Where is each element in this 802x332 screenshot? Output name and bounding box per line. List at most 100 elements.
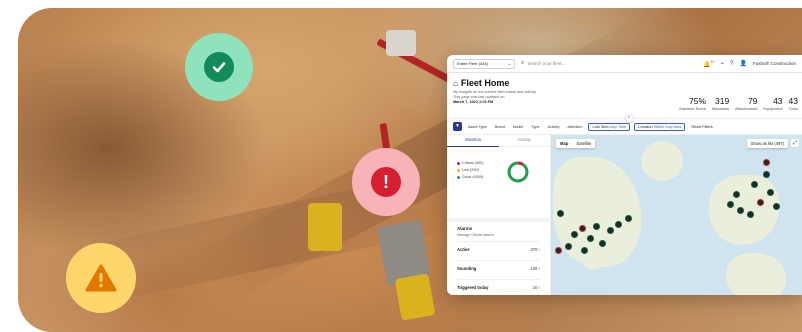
attention-donut-chart	[507, 161, 529, 183]
stat-label: Tools	[788, 106, 798, 111]
filter-icon[interactable]: ▼	[453, 122, 462, 131]
legend-item: Critical (400)	[457, 160, 484, 167]
map-pin[interactable]	[607, 227, 614, 234]
collapse-header-button[interactable]: ⌃	[624, 114, 634, 123]
insights-column: Attention Activity Critical (400) Low (2…	[447, 135, 551, 295]
status-error-badge: !	[352, 148, 420, 216]
stat-label: Attachments	[735, 106, 758, 111]
legend-item: Good (4000)	[457, 174, 484, 181]
map-pin[interactable]	[557, 210, 564, 217]
status-ok-badge	[185, 33, 253, 101]
map-pin[interactable]	[737, 207, 744, 214]
map-pin[interactable]	[571, 231, 578, 238]
stat-attachments: 79 Attachments	[735, 96, 757, 111]
filter-bar: ▼ Asset Type Brand Model Type Activity A…	[447, 119, 802, 135]
notifications-icon[interactable]: 🔔9+	[703, 60, 714, 68]
map-pin[interactable]	[727, 201, 734, 208]
filter-location[interactable]: Location Within map area	[634, 122, 686, 131]
stat-machine-score: 75% Machine Score	[679, 96, 706, 111]
top-right-tools: 🔔9+ ⌁ ? 👤 Foxburh Construction	[703, 60, 796, 68]
filter-last-seen[interactable]: Last Seen Any Time	[588, 122, 631, 131]
fleet-select[interactable]: Entire Fleet (344) ⌄	[453, 58, 515, 69]
filter-brand[interactable]: Brand	[493, 124, 507, 130]
tab-map[interactable]: Map	[556, 139, 572, 148]
legend-dot	[457, 161, 460, 165]
map-pin[interactable]	[733, 191, 740, 198]
filter-asset-type[interactable]: Asset Type	[466, 124, 489, 130]
map-pin[interactable]	[615, 221, 622, 228]
insight-tabs: Attention Activity	[447, 135, 550, 147]
map-pin[interactable]	[757, 199, 764, 206]
map-pin[interactable]	[599, 240, 606, 247]
alarm-count: 270 ›	[530, 247, 540, 252]
fullscreen-icon[interactable]: ⤢	[791, 139, 799, 147]
alarm-count-value: 270	[530, 247, 538, 252]
stat-value: 43	[773, 96, 783, 106]
map-pin[interactable]	[625, 215, 632, 222]
stat-label: Machine Score	[679, 106, 707, 111]
filter-location-label: Location	[638, 124, 653, 129]
map-pin[interactable]	[773, 203, 780, 210]
dump-truck-cab	[394, 273, 436, 321]
map-landmass	[709, 175, 779, 245]
filter-activity[interactable]: Activity	[545, 124, 561, 130]
bulldozer	[308, 203, 342, 251]
chevron-down-icon: ⌄	[507, 61, 511, 66]
exclamation-icon: !	[371, 167, 401, 197]
tab-activity[interactable]: Activity	[499, 135, 551, 147]
legend-dot	[457, 168, 460, 172]
alarm-count-value: 136	[530, 266, 538, 271]
user-name[interactable]: Foxburh Construction	[753, 61, 796, 66]
chevron-up-icon: ⌃	[626, 116, 632, 122]
stat-label: Equipment	[763, 106, 783, 111]
help-icon[interactable]: ?	[730, 61, 733, 67]
legend-label: Low (290)	[462, 168, 479, 173]
legend-dot	[457, 175, 460, 179]
tab-attention[interactable]: Attention	[447, 135, 499, 147]
map-pin[interactable]	[763, 159, 770, 166]
map-pin[interactable]	[763, 171, 770, 178]
map-pin[interactable]	[565, 243, 572, 250]
stat-label: Machines	[712, 106, 730, 111]
stat-tools: 43 Tools	[789, 96, 798, 111]
stat-equipment: 43 Equipment	[763, 96, 782, 111]
warning-triangle-icon	[85, 264, 117, 292]
search-input[interactable]: ⌕ Search your fleet...	[521, 60, 565, 67]
link-icon[interactable]: ⌁	[721, 60, 725, 67]
reset-filters-button[interactable]: Reset Filters	[689, 124, 714, 130]
filter-attention[interactable]: Attention	[565, 124, 584, 130]
tab-satellite[interactable]: Satellite	[572, 139, 595, 148]
user-icon[interactable]: 👤	[739, 60, 746, 67]
legend-label: Critical (400)	[462, 161, 484, 165]
stat-value: 319	[714, 96, 730, 106]
map-pin[interactable]	[581, 247, 588, 254]
manage-alarms-link[interactable]: Manage Obedic alarms	[457, 233, 540, 237]
alarm-count: 10 ›	[532, 285, 540, 290]
map-pin[interactable]	[747, 211, 754, 218]
alarm-row-active[interactable]: Active 270 ›	[457, 241, 540, 256]
legend-item: Low (290)	[457, 167, 484, 174]
alarm-count: 136 ›	[530, 266, 540, 271]
crusher-machine	[386, 30, 416, 56]
page-title: Fleet Home	[460, 78, 510, 88]
search-placeholder: Search your fleet...	[527, 61, 566, 66]
search-icon: ⌕	[521, 60, 525, 66]
notif-count: 9+	[710, 59, 715, 64]
attention-legend: Critical (400) Low (290) Good (4000)	[457, 160, 484, 182]
map-pin[interactable]	[593, 223, 600, 230]
alarm-label: Sounding	[457, 266, 477, 271]
map-pin[interactable]	[579, 225, 586, 232]
filter-type[interactable]: Type	[529, 124, 541, 130]
alarm-row-triggered-today[interactable]: Triggered today 10 ›	[457, 279, 540, 294]
fleet-map[interactable]: Map Satellite Show as list (497) ⤢	[551, 135, 802, 295]
show-as-list-button[interactable]: Show as list (497)	[746, 139, 788, 148]
alarm-row-sounding[interactable]: Sounding 136 ›	[457, 260, 540, 275]
map-pin[interactable]	[587, 235, 594, 242]
map-pin[interactable]	[767, 189, 774, 196]
filter-model[interactable]: Model	[511, 124, 525, 130]
alarms-section: Alarms Manage Obedic alarms Active 270 › …	[447, 218, 550, 295]
filter-last-seen-label: Last Seen	[592, 124, 610, 129]
map-pin[interactable]	[555, 247, 562, 254]
map-pin[interactable]	[751, 181, 758, 188]
page-header: ⌂ Fleet Home My insights on the current …	[447, 73, 802, 123]
